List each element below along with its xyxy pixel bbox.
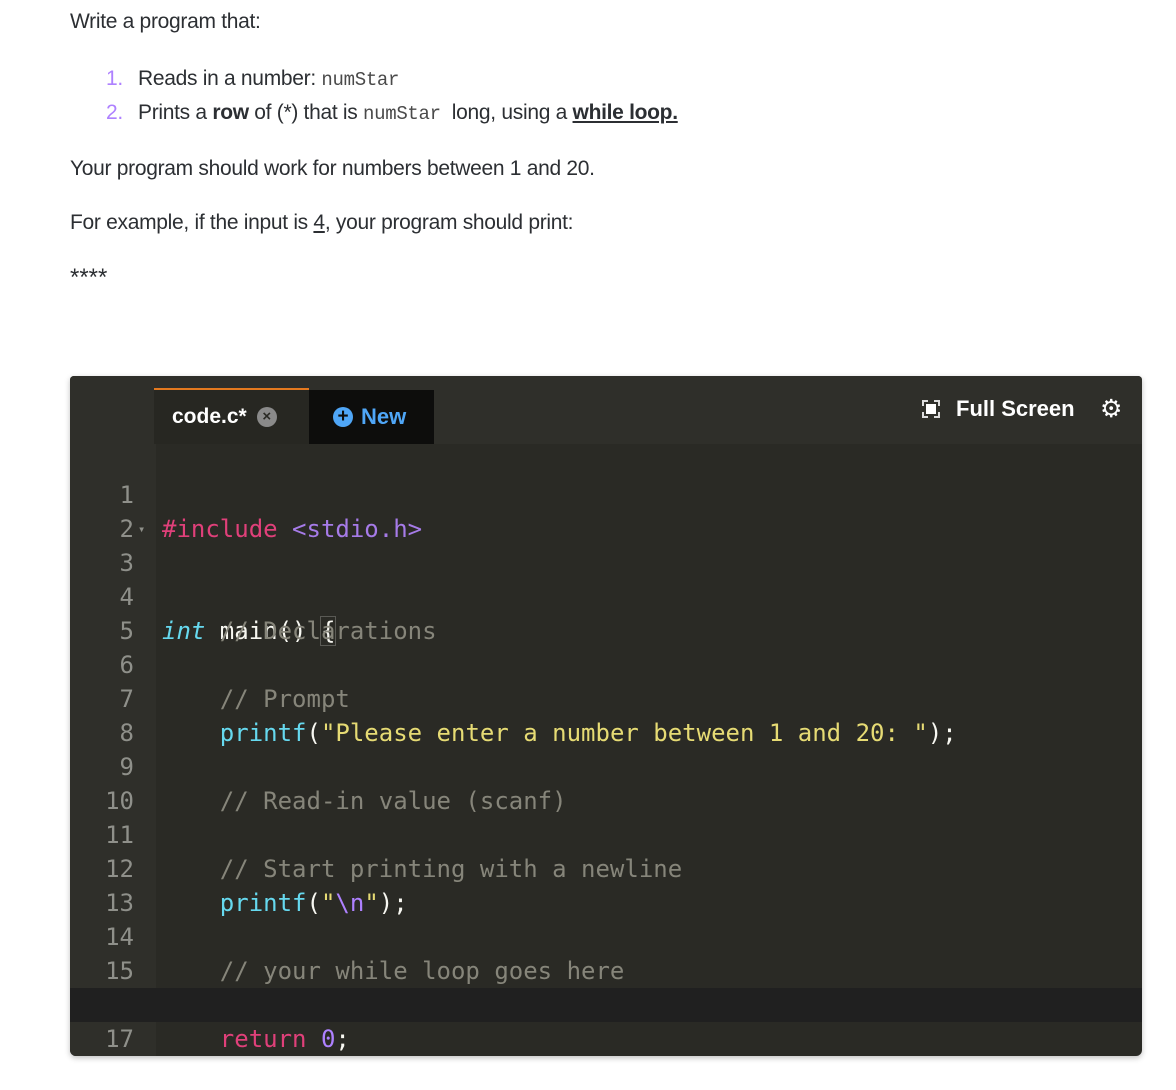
example-text: For example, if the input is 4, your pro…: [70, 211, 574, 235]
fullscreen-label: Full Screen: [956, 396, 1075, 421]
new-label: New: [361, 404, 407, 429]
code-line[interactable]: 2: [70, 478, 1142, 543]
token-keyword: return: [219, 1025, 307, 1053]
while-loop-link[interactable]: while loop.: [573, 101, 679, 124]
code-line[interactable]: 8: [70, 682, 1142, 747]
tab-code-file[interactable]: code.c* ×: [154, 388, 309, 444]
code-line[interactable]: 15: [70, 920, 1142, 985]
link-text[interactable]: while loop.: [573, 101, 679, 124]
new-file-button[interactable]: + New: [309, 390, 434, 444]
code-line-active[interactable]: 17 }: [70, 988, 1142, 1053]
code-line[interactable]: 10: [70, 750, 1142, 815]
code-line[interactable]: 9 // Read-in value (scanf): [70, 716, 1142, 815]
fold-arrow-icon[interactable]: ▾: [138, 512, 145, 546]
list-item: 2. Prints a row of (*) that is numStar l…: [106, 96, 679, 130]
code-editor: code.c* × + New Full Screen ⚙ 1 #include…: [70, 376, 1142, 1056]
code-line[interactable]: 14 // your while loop goes here: [70, 886, 1142, 985]
example-post: , your program should print:: [324, 211, 574, 234]
range-note: Your program should work for numbers bet…: [70, 157, 595, 180]
code-line[interactable]: 6 // Prompt: [70, 614, 1142, 713]
line-number: 17: [105, 1025, 134, 1053]
token-semicolon: ;: [335, 1025, 350, 1053]
step-text: of (*) that is: [248, 101, 364, 124]
bold-text: row: [212, 101, 249, 124]
code-line[interactable]: 1 #include <stdio.h>: [70, 444, 1142, 543]
code-line[interactable]: 7 printf("Please enter a number between …: [70, 648, 1142, 747]
code-line[interactable]: 4 // Declarations: [70, 546, 1142, 645]
gear-icon[interactable]: ⚙: [1100, 394, 1122, 424]
code-line[interactable]: 11 // Start printing with a newline: [70, 784, 1142, 883]
plus-circle-icon: +: [333, 407, 353, 427]
list-item: 1. Reads in a number: numStar: [106, 62, 678, 96]
inline-code: numStar: [363, 103, 441, 125]
code-line[interactable]: 3 ▾ int main() {: [70, 512, 1142, 646]
step-text: Reads in a number:: [138, 67, 322, 90]
requirements-list: 1. Reads in a number: numStar 2. Prints …: [70, 62, 678, 130]
step-text: Prints a: [138, 101, 213, 124]
inline-code: numStar: [321, 69, 400, 91]
code-line[interactable]: 5: [70, 580, 1142, 645]
example-value: 4: [313, 211, 325, 234]
example-pre: For example, if the input is: [70, 211, 314, 234]
step-text: long, using a: [440, 101, 573, 124]
token-number: 0: [320, 1025, 336, 1053]
code-line[interactable]: 12 printf("\n");: [70, 818, 1142, 917]
close-icon[interactable]: ×: [256, 407, 277, 427]
code-line[interactable]: 16 return 0;: [70, 954, 1142, 1053]
list-number: 2.: [106, 101, 123, 124]
code-line[interactable]: 13: [70, 852, 1142, 917]
example-output: ****: [70, 264, 108, 291]
tab-label: code.c*: [172, 405, 247, 428]
code-area[interactable]: 1 #include <stdio.h> 2 3 ▾ int main() { …: [70, 444, 1142, 1053]
fullscreen-icon: [922, 400, 940, 418]
intro-text: Write a program that:: [70, 10, 261, 33]
list-number: 1.: [106, 67, 123, 90]
fullscreen-button[interactable]: Full Screen: [922, 396, 1075, 422]
